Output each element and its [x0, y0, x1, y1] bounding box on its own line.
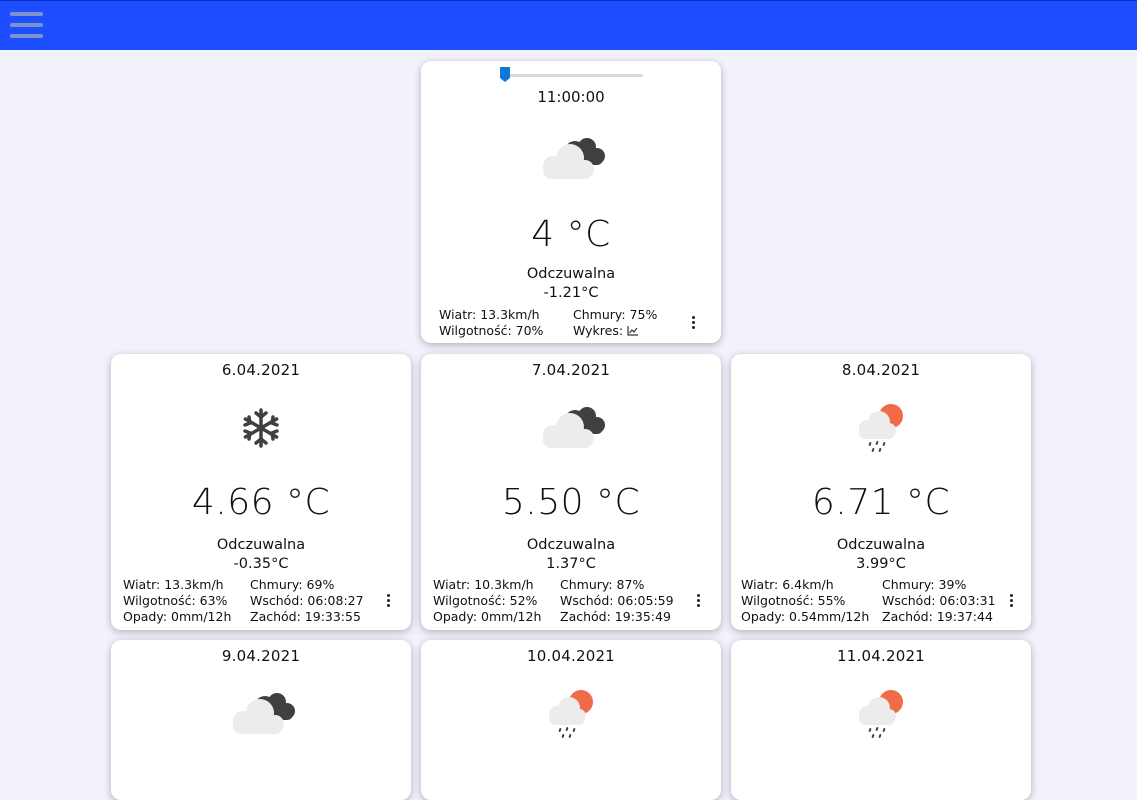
sunrise-value: Wschód: 06:08:27: [250, 593, 364, 608]
cloudy-icon: [225, 688, 297, 742]
day-card: 11.04.2021: [731, 640, 1031, 800]
sun-rain-icon: [851, 400, 911, 460]
feels-like-value: -0.35°C: [233, 556, 289, 572]
humidity-value: Wilgotność: 63%: [123, 593, 228, 608]
current-temperature: 4 °C: [531, 214, 611, 255]
day-date: 10.04.2021: [527, 647, 615, 665]
clouds-value: Chmury: 75%: [573, 307, 658, 322]
time-slider-track[interactable]: [501, 74, 643, 77]
day-date: 8.04.2021: [841, 361, 921, 379]
line-chart-icon[interactable]: [627, 326, 639, 336]
day-card: 7.04.2021 5.50 °C Odczuwalna 1.37°C Wiat…: [421, 354, 721, 630]
day-card: 10.04.2021: [421, 640, 721, 800]
day-date: 7.04.2021: [531, 361, 611, 379]
sunrise-value: Wschód: 06:03:31: [882, 593, 996, 608]
day-date: 11.04.2021: [837, 647, 925, 665]
sunset-value: Zachód: 19:37:44: [882, 609, 993, 624]
menu-line: [10, 34, 43, 38]
cloudy-icon: [535, 402, 607, 456]
time-slider-thumb[interactable]: [500, 67, 510, 82]
day-date: 9.04.2021: [221, 647, 301, 665]
more-options-icon[interactable]: [693, 592, 703, 610]
top-app-bar: [0, 0, 1137, 50]
current-details: Wiatr: 13.3km/h Chmury: 75% Wilgotność: …: [439, 307, 693, 339]
clouds-value: Chmury: 39%: [882, 577, 967, 592]
snowflake-icon: [240, 407, 282, 453]
rain-value: Opady: 0mm/12h: [433, 609, 542, 624]
day-date: 6.04.2021: [221, 361, 301, 379]
feels-like-label: Odczuwalna: [526, 266, 616, 282]
day-temperature: 5.50 °C: [501, 482, 641, 523]
more-options-icon[interactable]: [383, 592, 393, 610]
feels-like-value: -1.21°C: [543, 285, 599, 301]
day-details: Wiatr: 10.3km/h Chmury: 87% Wilgotność: …: [433, 577, 680, 625]
clouds-value: Chmury: 87%: [560, 577, 645, 592]
sunrise-value: Wschód: 06:05:59: [560, 593, 674, 608]
feels-like-value: 3.99°C: [856, 556, 906, 572]
current-time: 11:00:00: [537, 88, 605, 106]
sun-rain-icon: [851, 686, 911, 746]
chart-label: Wykres:: [573, 323, 624, 338]
wind-value: Wiatr: 13.3km/h: [439, 307, 540, 322]
sunset-value: Zachód: 19:33:55: [250, 609, 361, 624]
rain-value: Opady: 0.54mm/12h: [741, 609, 870, 624]
wind-value: Wiatr: 13.3km/h: [123, 577, 224, 592]
day-card: 6.04.2021 4.66 °C Odczuwalna -0.35°C Wia…: [111, 354, 411, 630]
wind-value: Wiatr: 10.3km/h: [433, 577, 534, 592]
day-details: Wiatr: 13.3km/h Chmury: 69% Wilgotność: …: [123, 577, 370, 625]
clouds-value: Chmury: 69%: [250, 577, 335, 592]
current-weather-card: 11:00:00 4 °C Odczuwalna -1.21°C Wiatr: …: [421, 61, 721, 343]
rain-value: Opady: 0mm/12h: [123, 609, 232, 624]
hamburger-menu-icon[interactable]: [10, 12, 44, 40]
wind-value: Wiatr: 6.4km/h: [741, 577, 834, 592]
humidity-value: Wilgotność: 52%: [433, 593, 538, 608]
more-options-icon[interactable]: [1006, 592, 1016, 610]
sun-rain-icon: [541, 686, 601, 746]
humidity-value: Wilgotność: 55%: [741, 593, 846, 608]
menu-line: [10, 12, 43, 16]
day-temperature: 6.71 °C: [811, 482, 951, 523]
day-temperature: 4.66 °C: [191, 482, 331, 523]
feels-like-label: Odczuwalna: [216, 537, 306, 553]
feels-like-value: 1.37°C: [546, 556, 596, 572]
cloudy-icon: [535, 133, 607, 187]
day-card: 8.04.2021 6.71 °C Odczuwalna 3.99°C Wiat…: [731, 354, 1031, 630]
day-card: 9.04.2021: [111, 640, 411, 800]
feels-like-label: Odczuwalna: [526, 537, 616, 553]
humidity-value: Wilgotność: 70%: [439, 323, 544, 338]
menu-line: [10, 23, 43, 27]
chart-link[interactable]: Wykres:: [573, 323, 693, 339]
more-options-icon[interactable]: [688, 314, 698, 332]
sunset-value: Zachód: 19:35:49: [560, 609, 671, 624]
day-details: Wiatr: 6.4km/h Chmury: 39% Wilgotność: 5…: [741, 577, 1002, 625]
feels-like-label: Odczuwalna: [836, 537, 926, 553]
